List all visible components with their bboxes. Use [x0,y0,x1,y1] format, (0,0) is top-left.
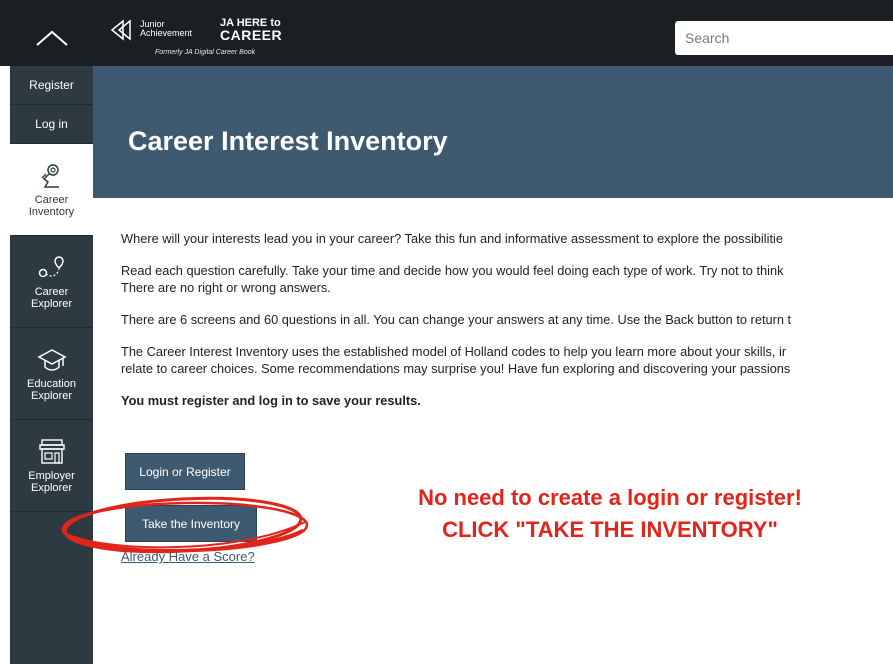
intro-content: Where will your interests lead you in yo… [121,230,893,424]
sidebar-item-label: Career [34,193,69,206]
take-inventory-button[interactable]: Take the Inventory [125,505,257,542]
intro-line: The Career Interest Inventory uses the e… [121,344,787,359]
sidebar-item-label: Explorer [31,389,72,402]
career-explorer-icon [38,255,64,277]
collapse-menu-button[interactable] [10,10,93,66]
callout-line: CLICK "TAKE THE INVENTORY" [442,517,778,542]
logo-career-text: CAREER [220,27,283,43]
search-input[interactable] [675,21,893,55]
intro-paragraph: Read each question carefully. Take your … [121,262,893,296]
sidebar-item-label: Employer [28,469,75,482]
intro-paragraph: The Career Interest Inventory uses the e… [121,343,893,377]
must-register-note: You must register and log in to save you… [121,393,421,408]
sidebar-item-career-inventory[interactable]: Career Inventory [10,144,93,236]
ja-name: Junior Achievement [140,19,193,38]
sidebar-item-education-explorer[interactable]: Education Explorer [10,328,93,420]
sidebar-item-label: Inventory [28,205,75,218]
sidebar-item-label: Explorer [31,297,72,310]
intro-paragraph: There are 6 screens and 60 questions in … [121,312,792,327]
sidebar: Register Log in Career Inventory Career … [10,66,93,664]
sidebar-item-label: Career [34,285,69,298]
ja-logo[interactable]: Junior Achievement JA HERE to CAREER For… [110,18,300,62]
sidebar-item-employer-explorer[interactable]: Employer Explorer [10,420,93,512]
login-link[interactable]: Log in [10,105,93,144]
sidebar-item-career-explorer[interactable]: Career Explorer [10,236,93,328]
sidebar-item-label: Education [27,377,76,390]
callout-line: No need to create a login or register! [418,485,802,510]
storefront-icon [38,438,65,464]
intro-line: Read each question carefully. Take your … [121,263,784,278]
chevron-up-icon [35,30,68,46]
intro-line: relate to career choices. Some recommend… [121,361,791,376]
intro-paragraph: Where will your interests lead you in yo… [121,231,783,246]
intro-line: There are no right or wrong answers. [121,280,331,295]
ja-logo-icon [110,19,131,41]
already-have-score-link[interactable]: Already Have a Score? [121,549,255,564]
register-link[interactable]: Register [10,66,93,105]
page-title: Career Interest Inventory [128,126,448,156]
logo-formerly-text: Formerly JA Digital Career Book [155,49,256,56]
career-inventory-icon [40,163,59,188]
graduation-cap-icon [36,348,67,371]
sidebar-item-label: Explorer [31,481,72,494]
instruction-callout: No need to create a login or register! C… [360,482,860,546]
page-banner: Career Interest Inventory [93,66,893,198]
login-or-register-button[interactable]: Login or Register [125,453,245,490]
